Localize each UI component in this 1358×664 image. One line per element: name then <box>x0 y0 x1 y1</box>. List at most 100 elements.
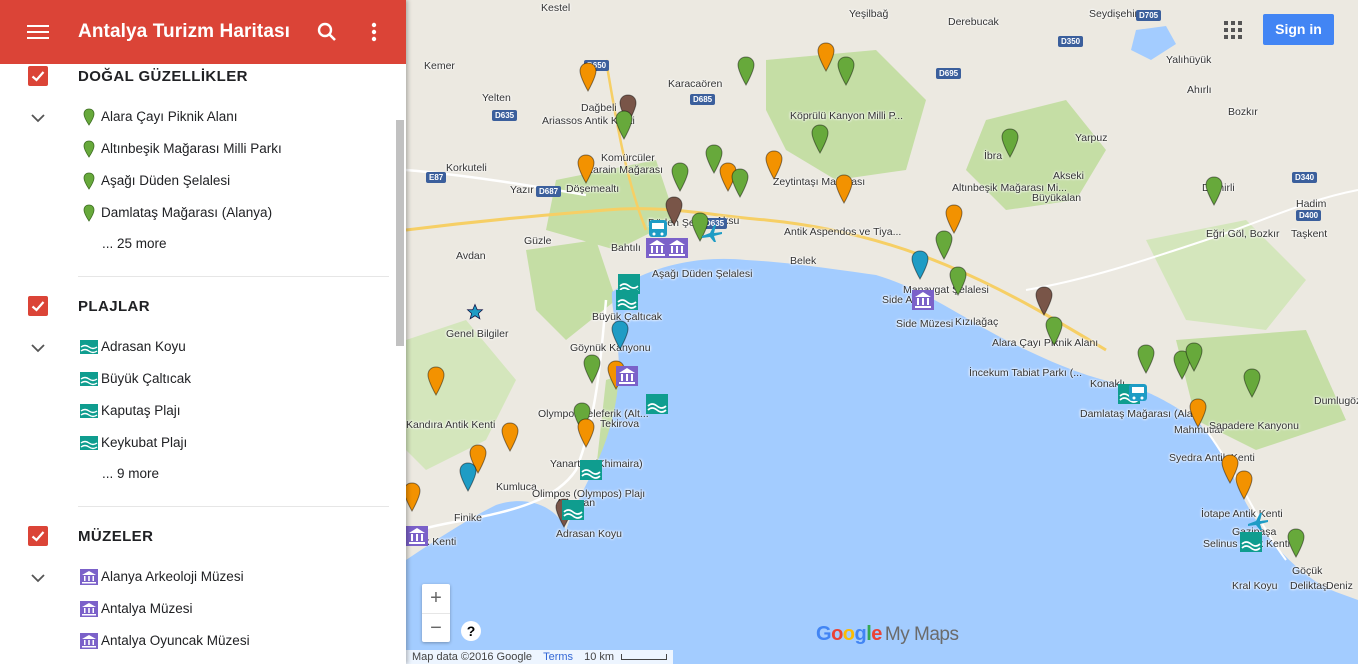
map-marker-pin-icon[interactable] <box>670 162 690 192</box>
place-label[interactable]: Kızılağaç <box>955 316 998 328</box>
place-label[interactable]: Adrasan Koyu <box>556 528 622 540</box>
place-label[interactable]: Kemer <box>424 60 455 72</box>
map-canvas[interactable]: Kestel Yeşilbağ Derebucak Seydişehir Karacaö… <box>406 0 1358 664</box>
beach-icon[interactable] <box>1240 532 1262 552</box>
place-label[interactable]: Taşkent <box>1291 228 1327 240</box>
place-label[interactable]: Belek <box>790 255 816 267</box>
airport-icon[interactable] <box>700 222 724 246</box>
museum-icon[interactable] <box>406 526 428 546</box>
layer-item[interactable]: Kaputaş Plajı <box>80 400 390 424</box>
place-label[interactable]: Genel Bilgiler <box>446 328 508 340</box>
help-button[interactable]: ? <box>461 621 481 641</box>
place-label[interactable]: Aşağı Düden Şelalesi <box>652 268 752 280</box>
map-marker-pin-icon[interactable] <box>406 482 422 512</box>
place-label[interactable]: Dumlugöze <box>1314 395 1358 407</box>
layer-checkbox[interactable] <box>28 296 48 316</box>
layer-item[interactable]: Alanya Arkeoloji Müzesi <box>80 566 390 590</box>
map-marker-pin-icon[interactable] <box>1034 286 1054 316</box>
place-label[interactable]: Korkuteli <box>446 162 487 174</box>
layer-checkbox[interactable] <box>28 526 48 546</box>
chevron-down-icon[interactable] <box>30 573 46 583</box>
chevron-down-icon[interactable] <box>30 343 46 353</box>
layer-item[interactable]: Antalya Müzesi <box>80 598 390 622</box>
map-marker-pin-icon[interactable] <box>426 366 446 396</box>
layer-item[interactable]: Aşağı Düden Şelalesi <box>80 170 390 194</box>
map-marker-pin-icon[interactable] <box>578 62 598 92</box>
map-marker-pin-icon[interactable] <box>1044 316 1064 346</box>
layer-item[interactable]: Alara Çayı Piknik Alanı <box>80 106 390 130</box>
place-label[interactable]: Dağbeli <box>581 102 617 114</box>
map-marker-pin-icon[interactable] <box>614 110 634 140</box>
place-label[interactable]: Köprülü Kanyon Milli P... <box>790 110 903 122</box>
map-marker-pin-icon[interactable] <box>810 124 830 154</box>
map-marker-pin-icon[interactable] <box>934 230 954 260</box>
menu-icon[interactable] <box>27 22 49 42</box>
place-label[interactable]: Antik Aspendos ve Tiya... <box>784 226 901 238</box>
map-marker-pin-icon[interactable] <box>948 266 968 296</box>
map-marker-pin-icon[interactable] <box>458 462 478 492</box>
map-marker-pin-icon[interactable] <box>1242 368 1262 398</box>
place-label[interactable]: Kumluca <box>496 481 537 493</box>
place-label[interactable]: Yarpuz <box>1075 132 1108 144</box>
place-label[interactable]: Bozkır <box>1228 106 1258 118</box>
map-marker-pin-icon[interactable] <box>582 354 602 384</box>
airport-icon[interactable] <box>1246 510 1270 534</box>
map-marker-pin-icon[interactable] <box>576 418 596 448</box>
sidebar-scrollbar[interactable] <box>396 120 404 346</box>
zoom-out-button[interactable]: − <box>422 614 450 643</box>
place-label[interactable]: Yeşilbağ <box>849 8 888 20</box>
place-label[interactable]: Karain Mağarası <box>586 164 663 176</box>
place-label[interactable]: İncekum Tabiat Parkı (... <box>969 367 1082 379</box>
place-label[interactable]: Güzle <box>524 235 551 247</box>
zoom-in-button[interactable]: + <box>422 584 450 614</box>
map-marker-pin-icon[interactable] <box>730 168 750 198</box>
place-label[interactable]: Avdan <box>456 250 486 262</box>
map-marker-pin-icon[interactable] <box>610 320 630 350</box>
place-label[interactable]: Döşemealtı <box>566 183 619 195</box>
place-label[interactable]: Deliktaş <box>1290 580 1327 592</box>
star-icon[interactable] <box>466 303 484 321</box>
more-vert-icon[interactable] <box>366 20 382 44</box>
place-label[interactable]: Side Müzesi <box>896 318 953 330</box>
place-label[interactable]: Sapadere Kanyonu <box>1209 420 1299 432</box>
layer-item[interactable]: Altınbeşik Mağarası Milli Parkı <box>80 138 390 162</box>
map-marker-pin-icon[interactable] <box>1184 342 1204 372</box>
chevron-down-icon[interactable] <box>30 113 46 123</box>
place-label[interactable]: Tekirova <box>600 418 639 430</box>
more-items-link[interactable]: ... 25 more <box>102 236 167 251</box>
layer-item[interactable]: Büyük Çaltıcak <box>80 368 390 392</box>
place-label[interactable]: Göçük <box>1292 565 1322 577</box>
map-marker-pin-icon[interactable] <box>836 56 856 86</box>
map-marker-pin-icon[interactable] <box>500 422 520 452</box>
museum-icon[interactable] <box>666 238 688 258</box>
map-marker-pin-icon[interactable] <box>1286 528 1306 558</box>
layer-checkbox[interactable] <box>28 66 48 86</box>
museum-icon[interactable] <box>912 290 934 310</box>
map-marker-pin-icon[interactable] <box>1136 344 1156 374</box>
place-label[interactable]: Deniz <box>1326 580 1353 592</box>
beach-icon[interactable] <box>562 500 584 520</box>
map-marker-pin-icon[interactable] <box>1188 398 1208 428</box>
layer-item[interactable]: Damlataş Mağarası (Alanya) <box>80 202 390 226</box>
map-marker-pin-icon[interactable] <box>576 154 596 184</box>
layer-item[interactable]: Keykubat Plajı <box>80 432 390 456</box>
place-label[interactable]: Bahtılı <box>611 242 641 254</box>
place-label[interactable]: Yelten <box>482 92 511 104</box>
place-label[interactable]: Komürcüler <box>601 152 655 164</box>
layer-item[interactable]: Adrasan Koyu <box>80 336 390 360</box>
place-label[interactable]: Kestel <box>541 2 570 14</box>
place-label[interactable]: Yazır <box>510 184 534 196</box>
museum-icon[interactable] <box>616 366 638 386</box>
place-label[interactable]: Seydişehir <box>1089 8 1138 20</box>
place-label[interactable]: Kandıra Antik Kenti <box>406 419 495 431</box>
beach-icon[interactable] <box>646 394 668 414</box>
sign-in-button[interactable]: Sign in <box>1263 14 1334 45</box>
place-label[interactable]: İotape Antik Kenti <box>1201 508 1283 520</box>
place-label[interactable]: Hadim <box>1296 198 1326 210</box>
museum-icon[interactable] <box>646 238 668 258</box>
place-label[interactable]: Finike <box>454 512 482 524</box>
place-label[interactable]: Syedra Antik Kenti <box>1169 452 1255 464</box>
map-marker-pin-icon[interactable] <box>910 250 930 280</box>
place-label[interactable]: Büyükalan <box>1032 192 1081 204</box>
map-marker-pin-icon[interactable] <box>764 150 784 180</box>
